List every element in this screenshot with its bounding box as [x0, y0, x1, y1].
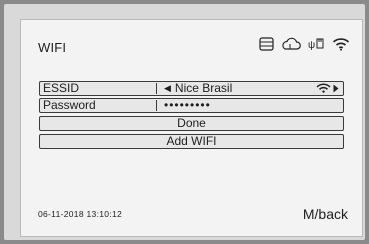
prev-network-arrow-icon[interactable]: ◀: [164, 83, 171, 93]
wifi-signal-icon: [316, 83, 331, 96]
back-button[interactable]: M/back: [303, 206, 348, 222]
field-divider: [156, 83, 157, 94]
next-network-arrow-icon[interactable]: [333, 83, 339, 96]
essid-value[interactable]: ◀ Nice Brasil: [164, 82, 232, 96]
add-wifi-button[interactable]: Add WIFI: [39, 134, 344, 149]
status-bar: ψ: [259, 37, 350, 51]
signal-strength: [316, 83, 339, 96]
done-button[interactable]: Done: [39, 116, 344, 131]
svg-text:ψ: ψ: [308, 40, 315, 51]
field-divider: [156, 100, 157, 111]
password-label: Password: [43, 98, 96, 112]
storage-icon: [259, 37, 274, 51]
page-title: WIFI: [38, 40, 67, 55]
password-row[interactable]: Password •••••••••: [39, 98, 344, 113]
add-wifi-button-label: Add WIFI: [166, 134, 217, 148]
done-button-label: Done: [177, 116, 206, 130]
essid-label: ESSID: [43, 81, 80, 95]
essid-value-text: Nice Brasil: [174, 81, 233, 95]
password-field[interactable]: •••••••••: [164, 99, 211, 112]
usb-icon: ψ: [308, 37, 325, 51]
cloud-icon: [281, 37, 301, 51]
essid-row[interactable]: ESSID ◀ Nice Brasil: [39, 81, 344, 96]
datetime-display: 06-11-2018 13:10:12: [38, 209, 122, 219]
wifi-icon: [332, 37, 350, 51]
wifi-settings-screen: WIFI ψ ESSID ◀ Nice Brasil Password ••••…: [20, 19, 363, 237]
